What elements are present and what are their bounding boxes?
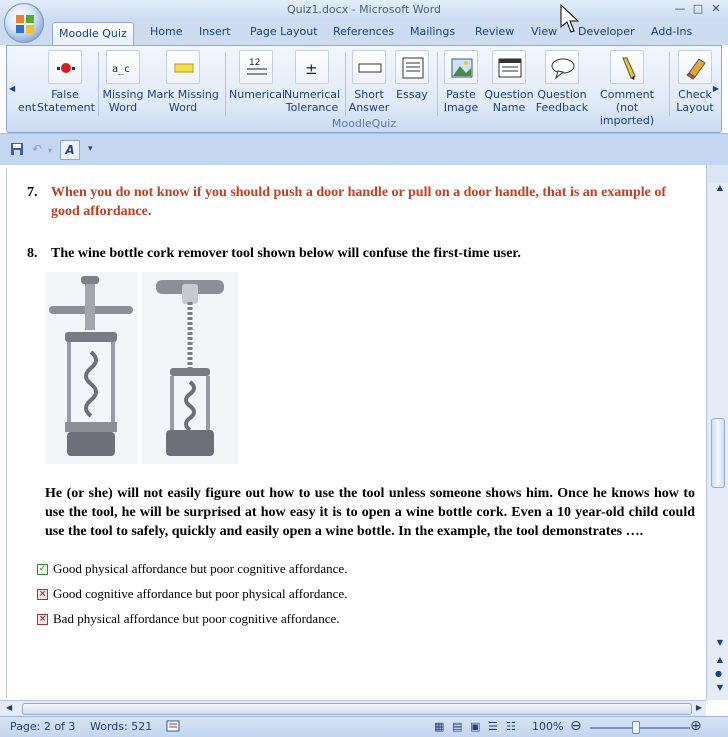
print-layout-icon[interactable]: ▦ <box>434 720 444 733</box>
short-answer-button[interactable]: Short Answer <box>348 48 390 116</box>
horizontal-scroll-thumb[interactable] <box>22 703 692 715</box>
scroll-down-icon[interactable]: ▼ <box>717 638 723 647</box>
zoom-in-icon[interactable]: ⊕ <box>690 718 702 734</box>
undo-icon[interactable]: ↶ <box>32 142 42 156</box>
office-logo-icon <box>16 15 34 33</box>
styles-icon[interactable]: A <box>60 140 80 160</box>
paste-image-button[interactable]: Paste Image <box>439 48 483 116</box>
zoom-slider-track[interactable] <box>590 727 690 729</box>
short-answer-icon <box>352 50 386 84</box>
tab-review[interactable]: Review <box>475 25 514 38</box>
answer-option: Bad physical affordance but poor cogniti… <box>53 611 340 626</box>
horizontal-scrollbar[interactable]: ◀ ▶ <box>0 700 706 716</box>
mark-missing-word-button[interactable]: Mark Missing Word <box>145 48 221 116</box>
ribbon-separator <box>98 52 99 116</box>
tab-developer[interactable]: Developer <box>578 25 635 38</box>
scroll-right-icon[interactable]: ▶ <box>696 703 702 712</box>
false-statement-button[interactable]: False Statement <box>37 48 95 116</box>
ribbon-separator <box>345 52 346 116</box>
previous-page-icon[interactable]: ▲ <box>717 655 723 664</box>
title-bar: Quiz1.docx - Microsoft Word — □ ✕ <box>0 0 728 20</box>
mark-missing-word-icon <box>166 50 200 84</box>
tab-page-layout[interactable]: Page Layout <box>250 25 318 38</box>
numerical-tolerance-button[interactable]: ± Numerical Tolerance <box>283 48 341 116</box>
browse-object-icon[interactable]: ● <box>715 669 722 678</box>
svg-text:±: ± <box>305 60 318 78</box>
tab-add-ins[interactable]: Add-Ins <box>651 25 692 38</box>
document-page[interactable]: 7. When you do not know if you should pu… <box>6 168 706 698</box>
essay-button[interactable]: Essay <box>392 48 432 116</box>
web-layout-icon[interactable]: ▣ <box>470 720 480 733</box>
ribbon-separator <box>225 52 226 116</box>
tab-view[interactable]: View <box>531 25 557 38</box>
wrong-answer-icon: × <box>37 614 48 625</box>
save-icon[interactable] <box>10 142 24 159</box>
plus-minus-icon: ± <box>295 50 329 84</box>
next-page-icon[interactable]: ▼ <box>717 683 723 692</box>
vertical-scrollbar[interactable]: ▲ ▼ ▲ ● ▼ <box>708 183 728 700</box>
proofing-icon[interactable] <box>166 720 180 735</box>
svg-text:12: 12 <box>249 58 260 68</box>
customize-toolbar-icon[interactable]: ▾ <box>88 144 93 154</box>
numerical-icon: 12 <box>239 50 273 84</box>
zoom-out-icon[interactable]: ⊖ <box>570 718 582 734</box>
minimize-icon[interactable]: — <box>672 1 688 17</box>
full-screen-reading-icon[interactable]: ▤ <box>452 720 462 733</box>
corkscrew-image-1 <box>45 272 137 464</box>
word-count[interactable]: Words: 521 <box>90 720 152 733</box>
missing-word-icon: a_c <box>106 50 140 84</box>
zoom-level[interactable]: 100% <box>532 720 563 733</box>
mouse-cursor-icon <box>560 4 580 33</box>
window-controls: — □ ✕ <box>672 1 724 17</box>
tab-references[interactable]: References <box>333 25 394 38</box>
question-name-icon <box>492 50 526 84</box>
missing-word-button[interactable]: a_c Missing Word <box>101 48 145 116</box>
restore-icon[interactable]: □ <box>690 1 706 17</box>
ribbon-group-label: MoodleQuiz <box>331 117 397 130</box>
close-icon[interactable]: ✕ <box>708 1 724 17</box>
undo-dropdown-icon[interactable]: ▾ <box>48 146 52 155</box>
wrong-answer-icon: × <box>37 589 48 600</box>
page-count[interactable]: Page: 2 of 3 <box>10 720 75 733</box>
scroll-left-icon[interactable]: ◀ <box>6 703 12 712</box>
draft-icon[interactable]: ☷ <box>506 720 516 733</box>
quick-access-toolbar: ↶ ▾ A ▾ <box>0 133 728 165</box>
corkscrew-image-2 <box>142 272 238 464</box>
vertical-scroll-thumb[interactable] <box>711 418 725 488</box>
svg-text:a_c: a_c <box>112 64 130 75</box>
scroll-up-icon[interactable]: ▲ <box>717 183 723 192</box>
comment-button[interactable]: Comment (not imported) <box>589 48 665 127</box>
check-layout-button[interactable]: Check Layout <box>673 48 717 116</box>
image-icon <box>444 50 478 84</box>
tab-mailings[interactable]: Mailings <box>410 25 455 38</box>
question-feedback-button[interactable]: Question Feedback <box>535 48 589 116</box>
pencil-icon <box>610 50 644 84</box>
outline-icon[interactable]: ☰ <box>488 720 498 733</box>
answer-option: Good cognitive affordance but poor physi… <box>53 586 348 601</box>
office-button[interactable] <box>4 3 44 43</box>
numerical-button[interactable]: 12 Numerical <box>229 48 285 116</box>
ribbon-separator <box>437 52 438 116</box>
window-title: Quiz1.docx - Microsoft Word <box>286 3 442 16</box>
tab-home[interactable]: Home <box>150 25 182 38</box>
ribbon-separator <box>669 52 670 116</box>
tab-moodle-quiz[interactable]: Moodle Quiz <box>52 22 134 45</box>
correct-answer-icon: ✓ <box>37 564 48 575</box>
zoom-slider-knob[interactable] <box>632 721 640 734</box>
ribbon-tabs: Moodle Quiz Home Insert Page Layout Refe… <box>0 20 728 45</box>
ribbon-panel: ◀ ent False Statement a_c Missing Word Mar… <box>6 45 722 133</box>
answer-option: Good physical affordance but poor cognit… <box>53 561 348 576</box>
false-statement-icon <box>48 50 82 84</box>
tab-insert[interactable]: Insert <box>199 25 231 38</box>
eraser-icon <box>678 50 712 84</box>
speech-bubble-icon <box>545 50 579 84</box>
status-bar: Page: 2 of 3 Words: 521 ▦ ▤ ▣ ☰ ☷ 100% ⊖… <box>0 716 728 737</box>
question-name-button[interactable]: Question Name <box>483 48 535 116</box>
ribbon-scroll-right-icon[interactable]: ▶ <box>713 84 719 93</box>
essay-icon <box>395 50 429 84</box>
